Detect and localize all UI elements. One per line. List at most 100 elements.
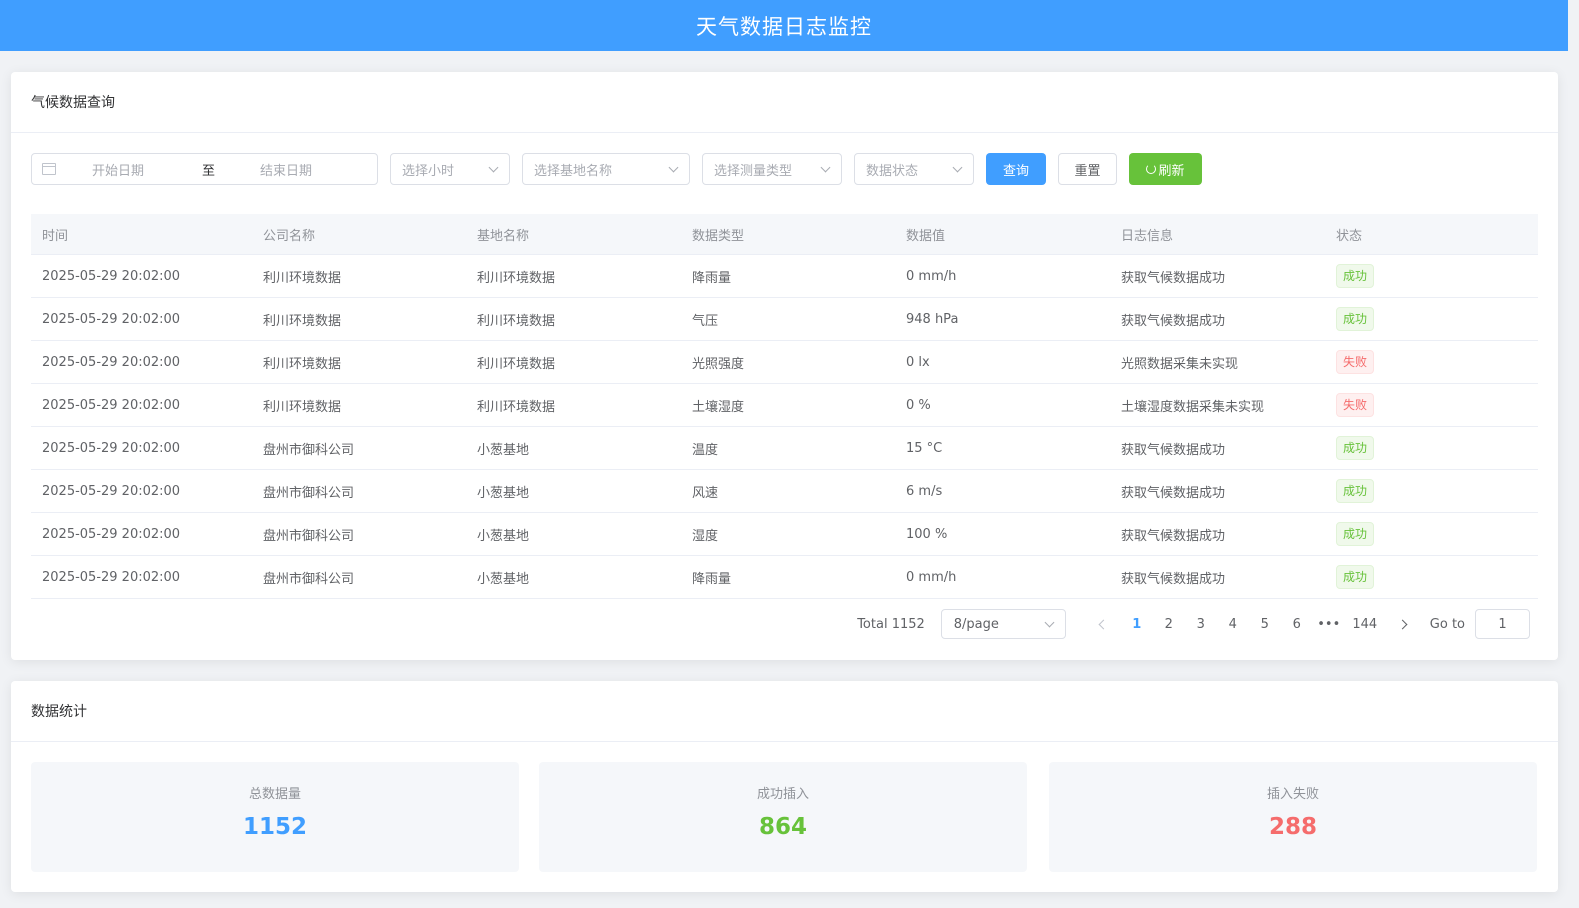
cell-data-type: 气压 bbox=[692, 313, 719, 329]
page-1[interactable]: 1 bbox=[1121, 617, 1153, 632]
cell-data-value: 0 mm/h bbox=[906, 569, 957, 585]
page-2[interactable]: 2 bbox=[1153, 617, 1185, 632]
stats-card: 数据统计 总数据量 1152 成功插入 864 插入失败 288 bbox=[11, 681, 1558, 892]
cell-base: 小葱基地 bbox=[477, 485, 530, 501]
cell-log-info: 获取气候数据成功 bbox=[1121, 313, 1226, 329]
cell-company: 盘州市御科公司 bbox=[263, 571, 355, 587]
cell-company: 利川环境数据 bbox=[263, 356, 342, 372]
page-last[interactable]: 144 bbox=[1345, 617, 1385, 632]
more-pages-icon[interactable]: ••• bbox=[1313, 617, 1345, 632]
table-row: 2025-05-29 20:02:00 利川环境数据 利川环境数据 光照强度 0 lx 光… bbox=[31, 341, 1538, 384]
cell-status: 成功 bbox=[1325, 522, 1538, 546]
goto-label: Go to bbox=[1429, 616, 1465, 632]
cell-status: 成功 bbox=[1325, 307, 1538, 331]
cell-log-info: 光照数据采集未实现 bbox=[1121, 356, 1239, 372]
base-select-placeholder: 选择基地名称 bbox=[534, 163, 613, 179]
cell-time: 2025-05-29 20:02:00 bbox=[42, 440, 181, 456]
stat-failed: 插入失败 288 bbox=[1049, 762, 1537, 872]
goto-page-input[interactable]: 1 bbox=[1475, 609, 1530, 639]
cell-data-value: 15 °C bbox=[906, 440, 943, 456]
column-header-data-value: 数据值 bbox=[906, 228, 946, 244]
cell-data-value: 0 % bbox=[906, 397, 931, 413]
stat-total-value: 1152 bbox=[242, 814, 307, 840]
page-3[interactable]: 3 bbox=[1185, 617, 1217, 632]
cell-base: 小葱基地 bbox=[477, 442, 530, 458]
end-date-input[interactable]: 结束日期 bbox=[260, 160, 312, 179]
cell-base: 利川环境数据 bbox=[477, 399, 556, 415]
status-badge: 成功 bbox=[1336, 307, 1375, 331]
refresh-button[interactable]: 刷新 bbox=[1129, 153, 1202, 185]
cell-status: 失败 bbox=[1325, 393, 1538, 417]
cell-log-info: 获取气候数据成功 bbox=[1121, 442, 1226, 458]
refresh-icon bbox=[1146, 164, 1157, 174]
cell-data-type: 光照强度 bbox=[692, 356, 745, 372]
cell-data-value: 6 m/s bbox=[906, 483, 943, 499]
stat-success: 成功插入 864 bbox=[539, 762, 1027, 872]
status-badge: 成功 bbox=[1336, 436, 1375, 460]
cell-log-info: 获取气候数据成功 bbox=[1121, 571, 1226, 587]
cell-status: 失败 bbox=[1325, 350, 1538, 374]
measure-type-select[interactable]: 选择测量类型 bbox=[702, 153, 842, 185]
cell-data-type: 风速 bbox=[692, 485, 719, 501]
cell-time: 2025-05-29 20:02:00 bbox=[42, 569, 181, 585]
cell-time: 2025-05-29 20:02:00 bbox=[42, 354, 181, 370]
cell-status: 成功 bbox=[1325, 565, 1538, 589]
table-row: 2025-05-29 20:02:00 利川环境数据 利川环境数据 土壤湿度 0 % 土壤… bbox=[31, 384, 1538, 427]
page-6[interactable]: 6 bbox=[1281, 617, 1313, 632]
date-range-separator: 至 bbox=[202, 163, 216, 179]
status-badge: 成功 bbox=[1336, 522, 1375, 546]
cell-data-type: 土壤湿度 bbox=[692, 399, 745, 415]
query-button[interactable]: 查询 bbox=[986, 153, 1046, 185]
page-size-select[interactable]: 8/page bbox=[940, 609, 1066, 639]
cell-log-info: 获取气候数据成功 bbox=[1121, 270, 1226, 286]
prev-page-icon[interactable] bbox=[1098, 619, 1109, 629]
query-card-title: 气候数据查询 bbox=[31, 95, 115, 111]
cell-status: 成功 bbox=[1325, 479, 1538, 503]
status-badge: 成功 bbox=[1336, 479, 1375, 503]
cell-log-info: 获取气候数据成功 bbox=[1121, 528, 1226, 544]
hour-select[interactable]: 选择小时 bbox=[390, 153, 510, 185]
cell-base: 利川环境数据 bbox=[477, 270, 556, 286]
calendar-icon bbox=[42, 163, 56, 175]
table-row: 2025-05-29 20:02:00 利川环境数据 利川环境数据 气压 948 hPa… bbox=[31, 298, 1538, 341]
chevron-down-icon bbox=[488, 162, 499, 172]
page-4[interactable]: 4 bbox=[1217, 617, 1249, 632]
table-row: 2025-05-29 20:02:00 盘州市御科公司 小葱基地 湿度 100 % 获取气… bbox=[31, 513, 1538, 556]
cell-data-value: 0 mm/h bbox=[906, 268, 957, 284]
cell-time: 2025-05-29 20:02:00 bbox=[42, 311, 181, 327]
cell-company: 盘州市御科公司 bbox=[263, 528, 355, 544]
cell-log-info: 土壤湿度数据采集未实现 bbox=[1121, 399, 1265, 415]
reset-button-label: 重置 bbox=[1074, 163, 1101, 179]
chevron-down-icon bbox=[668, 162, 679, 172]
stats-card-title: 数据统计 bbox=[31, 704, 87, 720]
stats-card-header: 数据统计 bbox=[11, 681, 1558, 742]
stat-success-label: 成功插入 bbox=[756, 787, 809, 802]
reset-button[interactable]: 重置 bbox=[1058, 153, 1117, 185]
column-header-company: 公司名称 bbox=[263, 228, 316, 244]
stat-success-value: 864 bbox=[758, 814, 807, 840]
refresh-button-label: 刷新 bbox=[1158, 163, 1185, 179]
start-date-input[interactable]: 开始日期 bbox=[92, 160, 182, 179]
hour-select-placeholder: 选择小时 bbox=[402, 163, 455, 179]
next-page-icon[interactable] bbox=[1397, 619, 1408, 629]
cell-company: 盘州市御科公司 bbox=[263, 442, 355, 458]
date-range-picker[interactable]: 开始日期 至 结束日期 bbox=[31, 153, 378, 185]
status-badge: 失败 bbox=[1336, 350, 1375, 374]
page-5[interactable]: 5 bbox=[1249, 617, 1281, 632]
cell-data-type: 温度 bbox=[692, 442, 719, 458]
table-row: 2025-05-29 20:02:00 盘州市御科公司 小葱基地 风速 6 m/s 获取气… bbox=[31, 470, 1538, 513]
cell-time: 2025-05-29 20:02:00 bbox=[42, 268, 181, 284]
status-badge: 成功 bbox=[1336, 264, 1375, 288]
table-row: 2025-05-29 20:02:00 盘州市御科公司 小葱基地 降雨量 0 mm/h 获… bbox=[31, 556, 1538, 599]
chevron-down-icon bbox=[1044, 617, 1055, 627]
measure-type-placeholder: 选择测量类型 bbox=[714, 163, 793, 179]
cell-base: 小葱基地 bbox=[477, 571, 530, 587]
cell-data-type: 降雨量 bbox=[692, 571, 732, 587]
status-select-placeholder: 数据状态 bbox=[866, 163, 919, 179]
pagination-total: Total 1152 bbox=[857, 616, 925, 632]
status-select[interactable]: 数据状态 bbox=[854, 153, 974, 185]
cell-data-value: 948 hPa bbox=[906, 311, 959, 327]
column-header-time: 时间 bbox=[42, 228, 69, 244]
base-select[interactable]: 选择基地名称 bbox=[522, 153, 690, 185]
column-header-data-type: 数据类型 bbox=[692, 228, 745, 244]
